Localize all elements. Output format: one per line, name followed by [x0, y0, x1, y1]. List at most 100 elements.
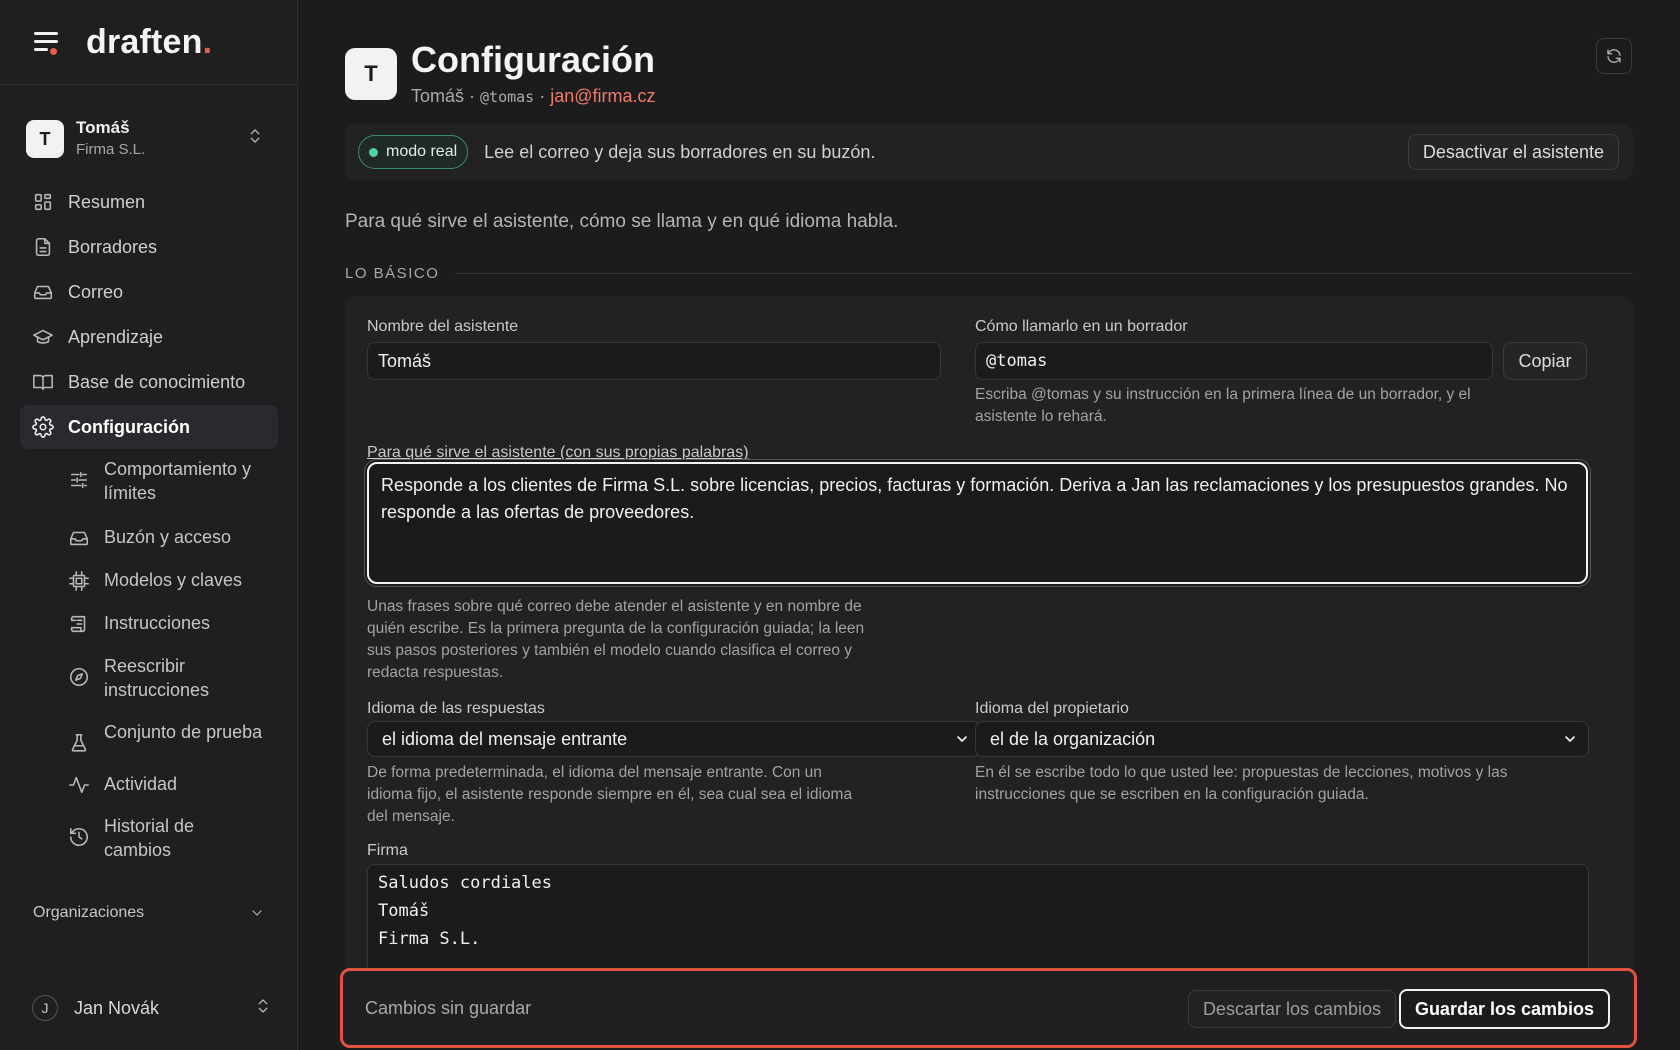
refresh-icon [1607, 49, 1621, 63]
brand: draften. [32, 24, 212, 60]
account-org: Firma S.L. [76, 141, 146, 158]
copy-button[interactable]: Copiar [1503, 342, 1587, 380]
nav-item-base-de-conocimiento[interactable]: Base de conocimiento [20, 360, 278, 404]
nav-item-resumen[interactable]: Resumen [20, 180, 278, 224]
reply-language-value: el idioma del mensaje entrante [382, 728, 628, 749]
avatar: T [345, 48, 397, 100]
owner-email[interactable]: jan@firma.cz [550, 86, 655, 106]
subnav-item-modelos[interactable]: Modelos y claves [58, 566, 278, 594]
section-title: LO BÁSICO [345, 265, 440, 282]
scroll-icon [70, 615, 86, 633]
subnav-item-historial[interactable]: Historial de cambios [58, 812, 278, 864]
compass-icon [69, 667, 89, 687]
live-dot-icon [369, 147, 378, 157]
separator: · [534, 86, 551, 106]
subnav-label: Conjunto de prueba [104, 722, 263, 742]
assistant-name-input[interactable] [367, 342, 941, 380]
nav-label: Resumen [68, 191, 146, 212]
purpose-help: Unas frases sobre qué correo debe atende… [367, 598, 865, 681]
subnav-label: Instrucciones [104, 613, 211, 633]
organizations-toggle[interactable]: Organizaciones [33, 904, 265, 922]
unsaved-status: Cambios sin guardar [365, 997, 532, 1018]
unsaved-changes-bar: Cambios sin guardar Descartar los cambio… [340, 968, 1637, 1048]
subnav-item-reescribir[interactable]: Reescribir instrucciones [58, 652, 278, 704]
subnav-item-actividad[interactable]: Actividad [58, 770, 278, 798]
purpose-label: Para qué sirve el asistente (con sus pro… [367, 444, 749, 461]
nav-label: Base de conocimiento [68, 371, 246, 392]
nav-item-aprendizaje[interactable]: Aprendizaje [20, 315, 278, 359]
subnav-label: Reescribir instrucciones [104, 656, 210, 700]
subnav-label: Modelos y claves [104, 570, 243, 590]
logo: draften. [86, 23, 213, 61]
nav-item-configuracion[interactable]: Configuración [20, 405, 278, 449]
subnav-label: Historial de cambios [104, 816, 195, 860]
reply-language-select[interactable]: el idioma del mensaje entrante [367, 721, 981, 757]
nav-item-correo[interactable]: Correo [20, 270, 278, 314]
subnav-item-conjunto[interactable]: Conjunto de prueba [58, 718, 278, 756]
signature-line: Firma S.L. [378, 929, 481, 949]
page-header: T Configuración Tomáš · @tomas · jan@fir… [345, 38, 656, 107]
gear-icon [32, 416, 54, 438]
grid-icon [34, 193, 52, 211]
mention-input[interactable] [975, 342, 1493, 380]
page-intro: Para qué sirve el asistente, cómo se lla… [345, 211, 899, 232]
chevrons-up-down-icon [258, 999, 268, 1013]
assistant-handle: @tomas [480, 88, 535, 106]
inbox-icon [69, 531, 89, 546]
chevron-down-icon [1565, 736, 1575, 742]
purpose-textarea[interactable]: Responde a los clientes de Firma S.L. so… [367, 462, 1588, 584]
discard-changes-button[interactable]: Descartar los cambios [1187, 990, 1396, 1028]
chevron-down-icon [252, 910, 262, 916]
subnav-item-comportamiento[interactable]: Comportamiento y límites [58, 455, 278, 507]
signature-line: Saludos cordiales [378, 873, 552, 893]
main-content: T Configuración Tomáš · @tomas · jan@fir… [299, 0, 1680, 1050]
history-icon [69, 827, 89, 846]
user-menu[interactable]: J Jan Novák [32, 995, 272, 1021]
activity-icon [69, 776, 89, 794]
mode-description: Lee el correo y deja sus borradores en s… [484, 141, 876, 162]
signature-label: Firma [367, 842, 408, 859]
status-badge-label: modo real [386, 143, 458, 160]
assistant-name: Tomáš [411, 86, 465, 106]
settings-subnav: Comportamiento y límites Buzón y acceso … [58, 455, 278, 864]
organizations-label: Organizaciones [33, 904, 145, 921]
nav-label: Aprendizaje [68, 326, 164, 347]
signature-line: Tomáš [378, 901, 430, 921]
refresh-button[interactable] [1596, 38, 1632, 74]
page-title: Configuración [411, 39, 655, 80]
deactivate-assistant-button[interactable]: Desactivar el asistente [1407, 134, 1619, 170]
nav-label: Configuración [68, 416, 190, 437]
nav-label: Correo [68, 281, 124, 302]
nav-item-borradores[interactable]: Borradores [20, 225, 278, 269]
subnav-item-instrucciones[interactable]: Instrucciones [58, 609, 278, 637]
owner-language-help: En él se escribe todo lo que usted lee: … [975, 764, 1508, 803]
menu-icon[interactable] [32, 29, 62, 55]
owner-language-select[interactable]: el de la organización [975, 721, 1589, 757]
chevrons-up-down-icon [250, 129, 260, 143]
separator: · [464, 86, 481, 106]
flask-icon [71, 733, 87, 752]
reply-language-label: Idioma de las respuestas [367, 700, 545, 717]
mention-label: Cómo llamarlo en un borrador [975, 318, 1188, 335]
chevron-down-icon [957, 736, 967, 742]
subnav-item-buzon[interactable]: Buzón y acceso [58, 523, 278, 551]
owner-language-label: Idioma del propietario [975, 700, 1129, 717]
file-icon [35, 237, 51, 257]
owner-language-value: el de la organización [990, 728, 1156, 749]
cpu-icon [69, 571, 89, 591]
status-badge: modo real [358, 135, 469, 169]
section-header: LO BÁSICO [345, 265, 1633, 282]
basics-card: Nombre del asistente Cómo llamarlo en un… [345, 296, 1633, 976]
main-nav: Resumen Borradores Correo Aprendizaje Ba… [20, 180, 278, 450]
account-switcher[interactable]: T Tomáš Firma S.L. [26, 114, 274, 164]
reply-language-help: De forma predeterminada, el idioma del m… [367, 764, 853, 825]
account-name: Tomáš [76, 118, 130, 137]
sliders-icon [70, 471, 88, 489]
avatar: J [32, 995, 58, 1021]
inbox-icon [33, 285, 53, 300]
mention-help: Escriba @tomas y su instrucción en la pr… [975, 386, 1471, 425]
save-changes-button[interactable]: Guardar los cambios [1398, 989, 1610, 1029]
signature-textarea[interactable]: Saludos cordiales Tomáš Firma S.L. [367, 864, 1589, 976]
assistant-identity: Tomáš · @tomas · jan@firma.cz [411, 86, 656, 107]
divider [0, 84, 298, 85]
